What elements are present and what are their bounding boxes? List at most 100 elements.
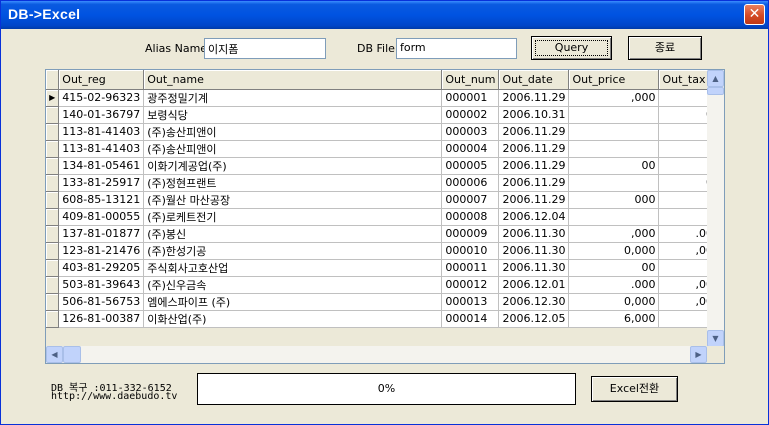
row-cell-date[interactable]: 2006.10.31 [498, 106, 570, 124]
row-cell-name[interactable]: (주)봉신 [143, 225, 443, 243]
row-cell-date[interactable]: 2006.12.30 [498, 293, 570, 311]
row-cell-num[interactable]: 000011 [441, 259, 500, 277]
row-cell-price[interactable]: 00 [568, 259, 660, 277]
row-selector[interactable] [46, 208, 60, 226]
row-cell-price[interactable] [568, 208, 660, 226]
column-header-out-reg[interactable]: Out_reg [58, 70, 145, 90]
row-cell-price[interactable]: 000 [568, 191, 660, 209]
row-cell-price[interactable] [568, 106, 660, 124]
row-selector[interactable] [46, 140, 60, 158]
row-cell-num[interactable]: 000006 [441, 174, 500, 192]
alias-name-input[interactable]: 이지폼 [204, 38, 326, 59]
row-cell-price[interactable]: 00 [568, 157, 660, 175]
table-row[interactable]: 137-81-01877(주)봉신0000092006.11.30,000.00… [46, 225, 724, 243]
column-header-out-price[interactable]: Out_price [568, 70, 660, 90]
row-cell-reg[interactable]: 134-81-05461 [58, 157, 145, 175]
row-cell-num[interactable]: 000003 [441, 123, 500, 141]
row-cell-reg[interactable]: 113-81-41403 [58, 140, 145, 158]
row-cell-reg[interactable]: 506-81-56753 [58, 293, 145, 311]
row-cell-reg[interactable]: 140-01-36797 [58, 106, 145, 124]
table-row[interactable]: 134-81-05461 이화기계공업(주) 000005 2006.11.29 00 [46, 157, 724, 175]
table-row[interactable]: 133-81-25917(주)정현프랜트0000062006.11.2900 [46, 174, 724, 192]
row-cell-date[interactable]: 2006.11.29 [498, 174, 570, 192]
row-cell-name[interactable]: 보령식당 [143, 106, 443, 124]
row-selector[interactable] [46, 310, 60, 328]
row-cell-name[interactable]: (주)한성기공 [143, 242, 443, 260]
row-cell-name[interactable]: (주)월산 마산공장 [143, 191, 443, 209]
query-button[interactable]: Query [531, 36, 612, 60]
current-row-marker-icon[interactable]: ▶ [46, 89, 60, 107]
exit-button[interactable]: 종료 [628, 36, 702, 60]
column-header-out-name[interactable]: Out_name [143, 70, 443, 90]
table-row[interactable]: 113-81-41403 (주)송산피앤이 000004 2006.11.29 [46, 140, 724, 158]
row-selector[interactable] [46, 225, 60, 243]
row-cell-num[interactable]: 000012 [441, 276, 500, 294]
column-header-out-num[interactable]: Out_num [441, 70, 500, 90]
table-row[interactable]: 113-81-41403(주)송산피앤이0000032006.11.290 [46, 123, 724, 141]
row-cell-name[interactable]: (주)로케트전기 [143, 208, 443, 226]
row-cell-name[interactable]: (주)정현프랜트 [143, 174, 443, 192]
horizontal-scroll-thumb[interactable] [63, 346, 81, 363]
row-selector[interactable] [46, 157, 60, 175]
row-cell-price[interactable]: 0,000 [568, 242, 660, 260]
table-row[interactable]: 608-85-13121 (주)월산 마산공장 000007 2006.11.29 00… [46, 191, 724, 209]
column-header-out-date[interactable]: Out_date [498, 70, 570, 90]
row-cell-price[interactable] [568, 123, 660, 141]
row-cell-reg[interactable]: 137-81-01877 [58, 225, 145, 243]
row-cell-name[interactable]: 이화산업(주) [143, 310, 443, 328]
row-cell-price[interactable]: ,000 [568, 89, 660, 107]
row-cell-reg[interactable]: 126-81-00387 [58, 310, 145, 328]
scroll-right-icon[interactable]: ▶ [690, 346, 707, 363]
row-cell-price[interactable]: .000 [568, 276, 660, 294]
row-cell-reg[interactable]: 133-81-25917 [58, 174, 145, 192]
row-selector[interactable] [46, 123, 60, 141]
table-row[interactable]: 140-01-36797보령식당0000022006.10.3100 [46, 106, 724, 124]
scroll-up-icon[interactable]: ▲ [707, 70, 724, 87]
row-cell-num[interactable]: 000013 [441, 293, 500, 311]
row-cell-reg[interactable]: 123-81-21476 [58, 242, 145, 260]
row-cell-num[interactable]: 000002 [441, 106, 500, 124]
table-row[interactable]: 403-81-29205주식회사고호산업0000112006.11.30000 [46, 259, 724, 277]
row-cell-name[interactable]: 엠에스파이프 (주) [143, 293, 443, 311]
row-cell-date[interactable]: 2006.11.30 [498, 259, 570, 277]
vertical-scrollbar[interactable]: ▲ ▼ [707, 70, 724, 347]
row-cell-price[interactable]: ,000 [568, 225, 660, 243]
row-cell-date[interactable]: 2006.11.29 [498, 89, 570, 107]
scroll-left-icon[interactable]: ◀ [46, 346, 63, 363]
row-cell-date[interactable]: 2006.11.30 [498, 242, 570, 260]
row-cell-date[interactable]: 2006.11.29 [498, 157, 570, 175]
row-cell-price[interactable] [568, 174, 660, 192]
table-row[interactable]: 503-81-39643(주)신우금속0000122006.12.01.000,… [46, 276, 724, 294]
row-selector[interactable] [46, 259, 60, 277]
table-row[interactable]: 409-81-00055(주)로케트전기0000082006.12.040 [46, 208, 724, 226]
row-cell-price[interactable]: 6,000 [568, 310, 660, 328]
row-cell-date[interactable]: 2006.11.29 [498, 140, 570, 158]
db-file-input[interactable]: form [396, 38, 517, 59]
row-cell-num[interactable]: 000007 [441, 191, 500, 209]
row-selector[interactable] [46, 174, 60, 192]
excel-convert-button[interactable]: Excel전환 [591, 376, 678, 402]
row-cell-num[interactable]: 000004 [441, 140, 500, 158]
row-cell-reg[interactable]: 608-85-13121 [58, 191, 145, 209]
row-selector[interactable] [46, 106, 60, 124]
row-cell-date[interactable]: 2006.12.01 [498, 276, 570, 294]
title-bar[interactable]: DB->Excel ✕ [1, 1, 768, 29]
row-cell-num[interactable]: 000010 [441, 242, 500, 260]
row-cell-name[interactable]: 주식회사고호산업 [143, 259, 443, 277]
row-cell-name[interactable]: (주)송산피앤이 [143, 140, 443, 158]
row-cell-date[interactable]: 2006.12.05 [498, 310, 570, 328]
row-cell-num[interactable]: 000014 [441, 310, 500, 328]
scroll-down-icon[interactable]: ▼ [707, 330, 724, 347]
row-cell-name[interactable]: (주)송산피앤이 [143, 123, 443, 141]
horizontal-scrollbar[interactable]: ◀ ▶ [46, 346, 707, 363]
row-cell-date[interactable]: 2006.11.29 [498, 123, 570, 141]
row-cell-num[interactable]: 000005 [441, 157, 500, 175]
row-cell-name[interactable]: (주)신우금속 [143, 276, 443, 294]
row-cell-num[interactable]: 000008 [441, 208, 500, 226]
row-cell-reg[interactable]: 403-81-29205 [58, 259, 145, 277]
table-row[interactable]: 506-81-56753 엠에스파이프 (주) 000013 2006.12.30 0,… [46, 293, 724, 311]
data-grid[interactable]: Out_reg Out_name Out_num Out_date Out_pr… [45, 69, 725, 364]
close-button[interactable]: ✕ [744, 4, 765, 25]
row-selector[interactable] [46, 242, 60, 260]
table-row[interactable]: 126-81-00387 이화산업(주) 000014 2006.12.05 6,000 [46, 310, 724, 328]
